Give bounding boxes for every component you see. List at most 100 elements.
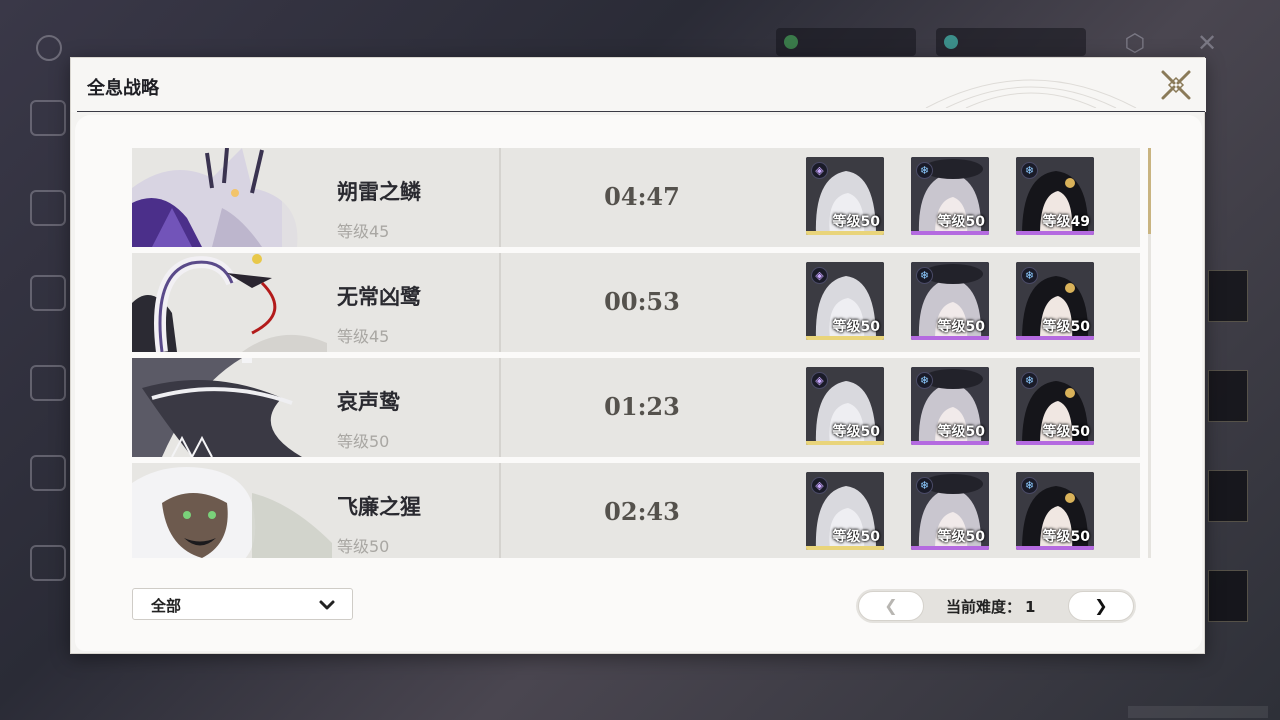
background-card (1208, 370, 1248, 422)
glacio-icon: ❄ (1021, 162, 1038, 179)
boss-portrait (132, 358, 332, 457)
strategy-row[interactable]: 飞廉之猩 等级50 02:43 ◈ 等级50 ❄ 等级50 ❄ 等级50 (132, 463, 1140, 558)
boss-name: 无常凶鹭 (337, 285, 421, 309)
side-nav-icon (30, 275, 66, 311)
glacio-icon: ❄ (916, 477, 933, 494)
team-member-card[interactable]: ◈ 等级50 (806, 367, 884, 445)
clear-time: 01:23 (604, 392, 680, 421)
background-card (1208, 270, 1248, 322)
team-member-card[interactable]: ❄ 等级50 (1016, 472, 1094, 550)
team-member-card[interactable]: ❄ 等级50 (911, 157, 989, 235)
side-nav-icon (30, 455, 66, 491)
glacio-icon: ❄ (1021, 267, 1038, 284)
team-member-card[interactable]: ❄ 等级50 (911, 262, 989, 340)
team-member-card[interactable]: ❄ 等级50 (911, 367, 989, 445)
character-level: 等级49 (1042, 214, 1090, 230)
difficulty-pager: ❮ 当前难度： 1 ❯ (856, 589, 1136, 623)
glacio-icon: ❄ (1021, 372, 1038, 389)
rarity-bar (1016, 441, 1094, 445)
rarity-bar (911, 546, 989, 550)
team-member-card[interactable]: ◈ 等级50 (806, 472, 884, 550)
background-card (1208, 570, 1248, 622)
boss-name: 朔雷之鳞 (337, 180, 421, 204)
filter-selected-label: 全部 (151, 597, 182, 615)
currency-bar (776, 28, 916, 56)
difficulty-label: 当前难度： (946, 598, 1022, 616)
side-nav-icon (30, 365, 66, 401)
rarity-bar (1016, 546, 1094, 550)
boss-portrait (132, 463, 332, 558)
previous-difficulty-button[interactable]: ❮ (858, 591, 924, 621)
character-level: 等级50 (832, 214, 880, 230)
boss-name: 哀声鸷 (337, 390, 400, 414)
side-nav-icon (30, 100, 66, 136)
close-icon (1161, 70, 1191, 100)
next-difficulty-button[interactable]: ❯ (1068, 591, 1134, 621)
havoc-icon: ◈ (811, 267, 828, 284)
character-level: 等级50 (937, 424, 985, 440)
background-close-icon: ✕ (1196, 29, 1218, 57)
currency-icon (784, 35, 798, 49)
strategy-list: 朔雷之鳞 等级45 04:47 ◈ 等级50 ❄ 等级50 ❄ 等级49 无常凶… (132, 148, 1140, 558)
rarity-bar (911, 336, 989, 340)
difficulty-value: 1 (1025, 598, 1036, 616)
glacio-icon: ❄ (916, 267, 933, 284)
chevron-down-icon (319, 600, 335, 610)
team-member-card[interactable]: ❄ 等级50 (911, 472, 989, 550)
rarity-bar (911, 441, 989, 445)
havoc-icon: ◈ (811, 372, 828, 389)
rarity-bar (806, 336, 884, 340)
rarity-bar (911, 231, 989, 235)
background-card (1208, 470, 1248, 522)
team-member-card[interactable]: ❄ 等级49 (1016, 157, 1094, 235)
clear-time: 00:53 (604, 287, 680, 316)
glacio-icon: ❄ (916, 372, 933, 389)
boss-level: 等级50 (337, 537, 390, 556)
difficulty-indicator: 当前难度： 1 (946, 596, 1035, 617)
rarity-bar (806, 231, 884, 235)
glacio-icon: ❄ (916, 162, 933, 179)
team-member-card[interactable]: ❄ 等级50 (1016, 262, 1094, 340)
character-level: 等级50 (1042, 424, 1090, 440)
clear-time: 04:47 (604, 182, 680, 211)
boss-level: 等级45 (337, 222, 390, 241)
settings-icon: ⬡ (1124, 29, 1146, 57)
stamina-icon (944, 35, 958, 49)
holographic-strategy-dialog: 全息战略 朔雷之鳞 等级45 04:47 ◈ 等级50 ❄ 等级50 ❄ 等级4… (70, 57, 1206, 654)
row-divider (499, 253, 501, 352)
side-nav-icon (30, 190, 66, 226)
strategy-row[interactable]: 朔雷之鳞 等级45 04:47 ◈ 等级50 ❄ 等级50 ❄ 等级49 (132, 148, 1140, 247)
row-divider (499, 463, 501, 558)
scrollbar-thumb[interactable] (1148, 148, 1151, 234)
character-level: 等级50 (1042, 319, 1090, 335)
rarity-bar (806, 546, 884, 550)
strategy-row[interactable]: 无常凶鹭 等级45 00:53 ◈ 等级50 ❄ 等级50 ❄ 等级50 (132, 253, 1140, 352)
team-member-card[interactable]: ◈ 等级50 (806, 157, 884, 235)
header-divider (77, 111, 1205, 112)
character-level: 等级50 (832, 424, 880, 440)
team-member-card[interactable]: ❄ 等级50 (1016, 367, 1094, 445)
boss-level: 等级45 (337, 327, 390, 346)
boss-portrait (132, 148, 332, 247)
strategy-row[interactable]: 哀声鸷 等级50 01:23 ◈ 等级50 ❄ 等级50 ❄ 等级50 (132, 358, 1140, 457)
row-divider (499, 358, 501, 457)
dialog-header: 全息战略 (71, 58, 1206, 112)
boss-name: 飞廉之猩 (337, 495, 421, 519)
character-level: 等级50 (937, 214, 985, 230)
character-level: 等级50 (1042, 529, 1090, 545)
character-level: 等级50 (937, 529, 985, 545)
filter-dropdown[interactable]: 全部 (132, 588, 353, 620)
boss-portrait (132, 253, 332, 352)
stamina-bar (936, 28, 1086, 56)
watermark (1128, 706, 1268, 718)
havoc-icon: ◈ (811, 162, 828, 179)
boss-level: 等级50 (337, 432, 390, 451)
character-level: 等级50 (832, 529, 880, 545)
rarity-bar (806, 441, 884, 445)
close-button[interactable] (1159, 68, 1193, 102)
rarity-bar (1016, 336, 1094, 340)
team-member-card[interactable]: ◈ 等级50 (806, 262, 884, 340)
havoc-icon: ◈ (811, 477, 828, 494)
menu-icon (36, 35, 62, 61)
clear-time: 02:43 (604, 497, 680, 526)
